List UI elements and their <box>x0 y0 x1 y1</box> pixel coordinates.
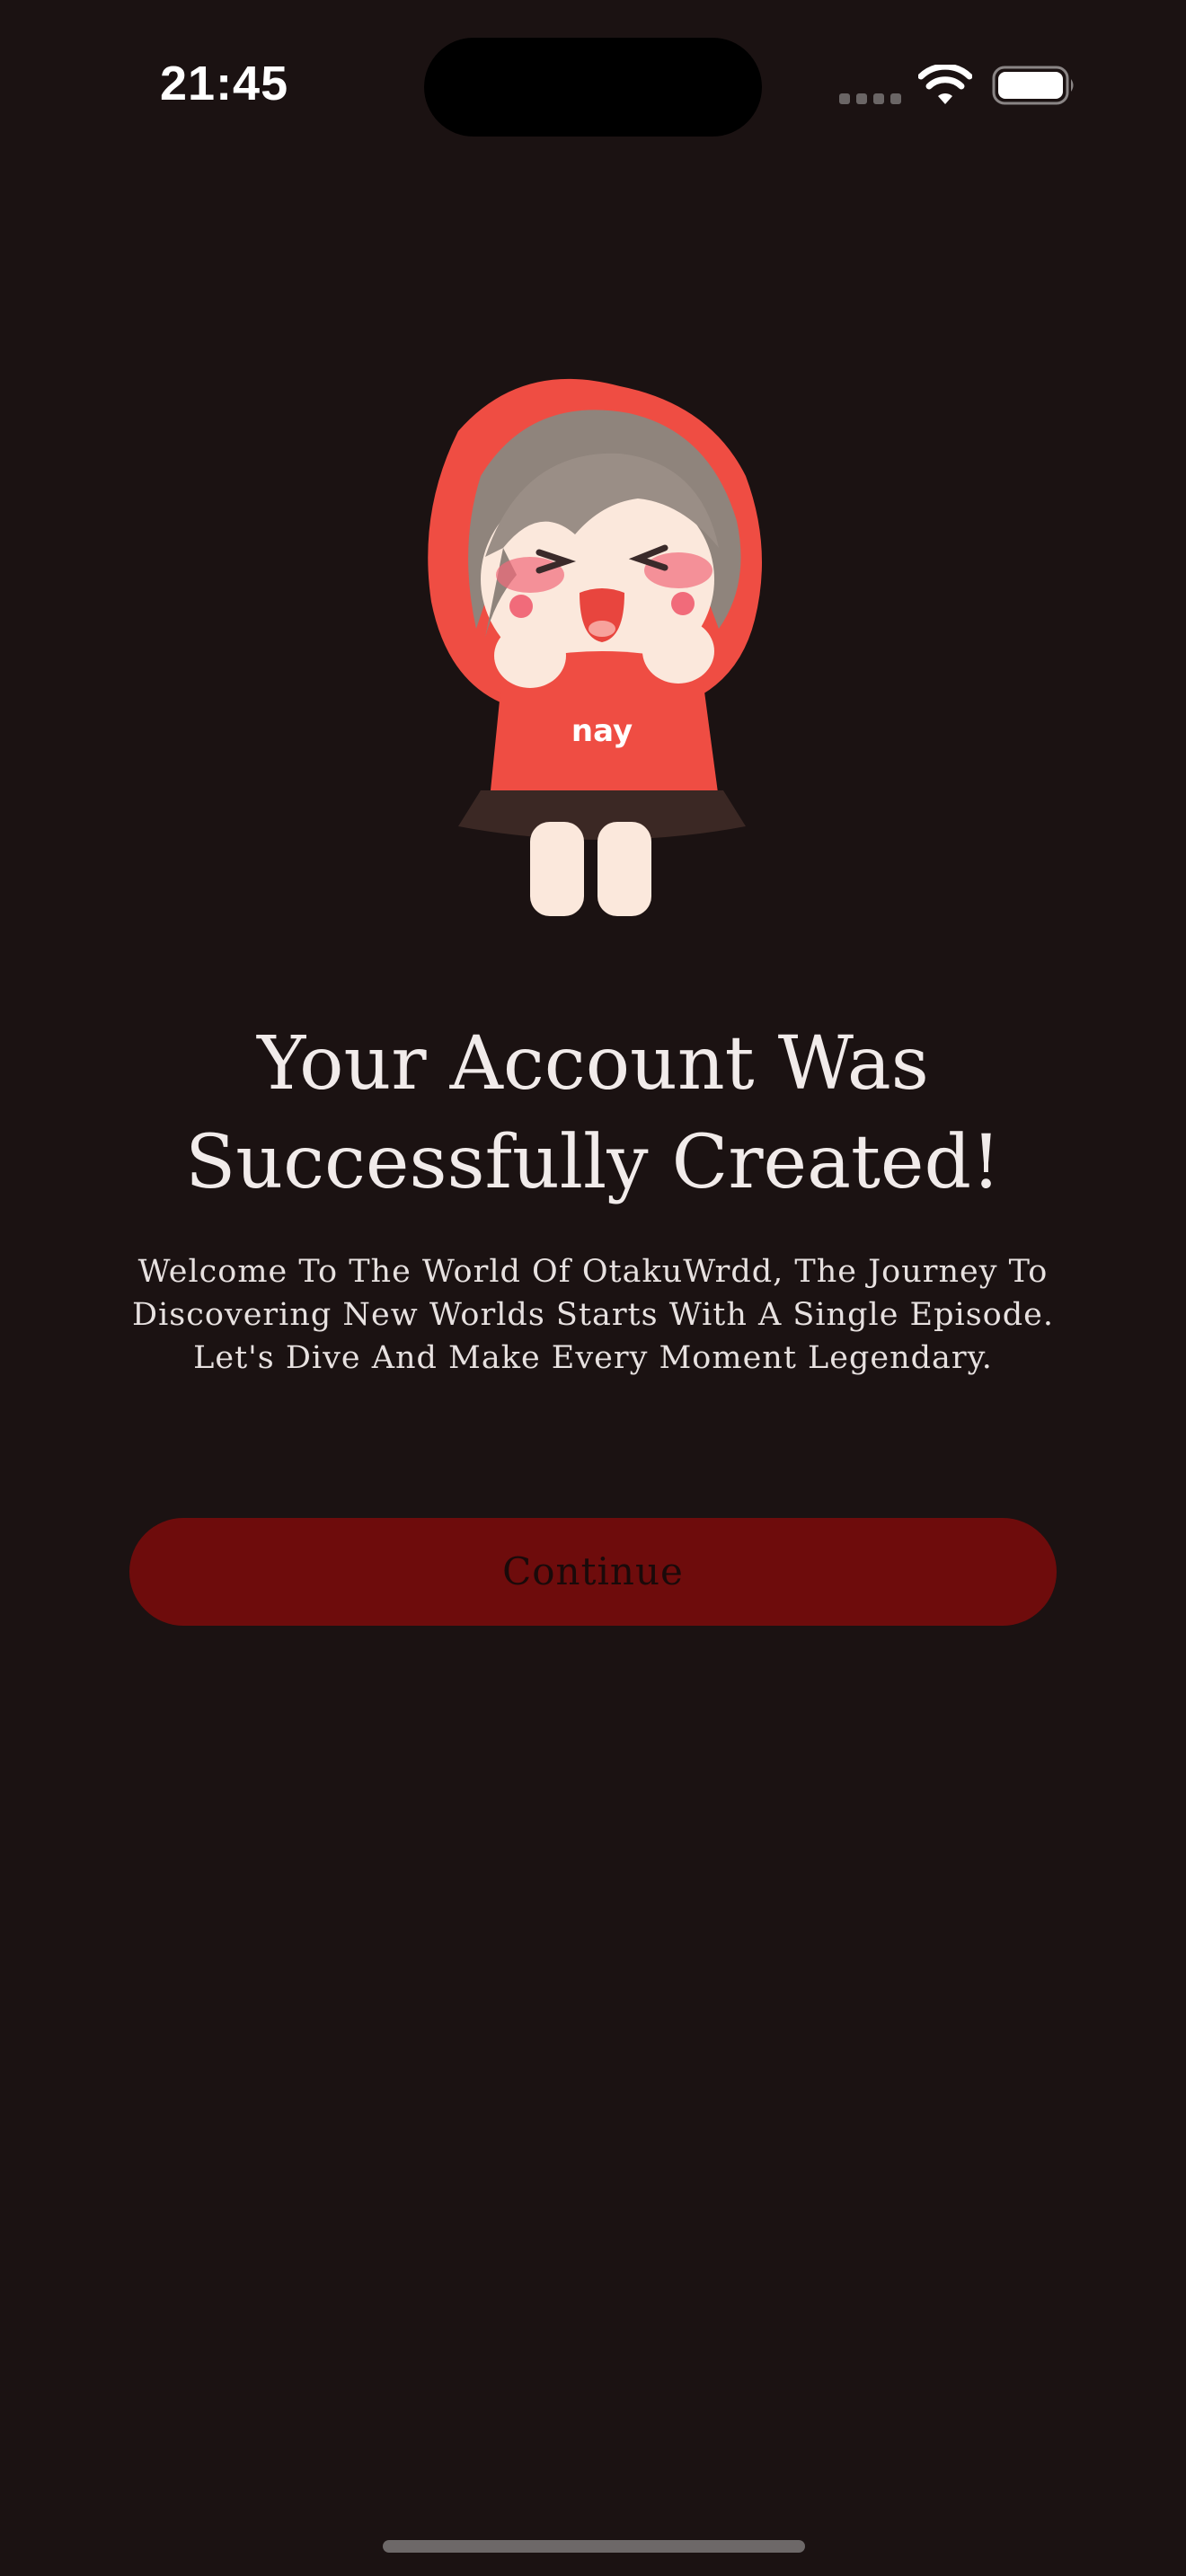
home-indicator[interactable] <box>383 2540 805 2553</box>
dynamic-island <box>424 38 762 137</box>
welcome-description: Welcome To The World Of OtakuWrdd, The J… <box>132 1254 1054 1376</box>
page-title: Your Account Was Successfully Created! <box>185 1021 1001 1205</box>
status-bar: 21:45 <box>0 0 1186 171</box>
chibi-mascot-illustration: nay <box>428 378 762 916</box>
cellular-signal-icon <box>839 93 901 104</box>
status-time: 21:45 <box>160 57 289 110</box>
mascot-shirt-text: nay <box>571 713 633 749</box>
continue-button[interactable]: Continue <box>129 1518 1057 1626</box>
wifi-icon <box>918 65 972 104</box>
battery-icon <box>992 66 1074 105</box>
